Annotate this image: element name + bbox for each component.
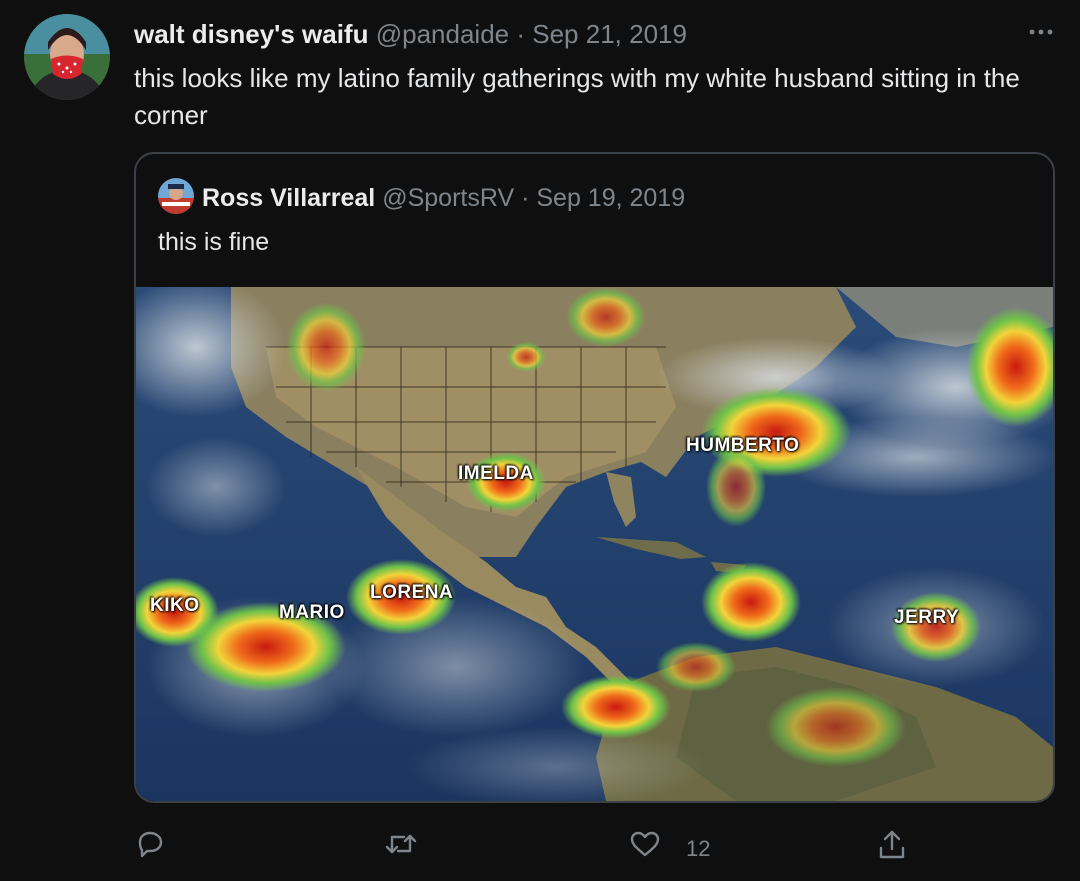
storm-label-mario: MARIO bbox=[279, 602, 345, 623]
tweet-date[interactable]: Sep 21, 2019 bbox=[532, 19, 687, 49]
avatar[interactable] bbox=[24, 14, 110, 100]
storm-label-kiko: KIKO bbox=[150, 595, 200, 616]
retweet-icon[interactable] bbox=[384, 828, 418, 864]
tweet-text: this looks like my latino family gatheri… bbox=[134, 63, 1020, 130]
author-display-name[interactable]: walt disney's waifu bbox=[134, 19, 368, 49]
tweet-header: walt disney's waifu @pandaide · Sep 21, … bbox=[134, 18, 687, 50]
storm-label-jerry: JERRY bbox=[894, 607, 960, 628]
heart-icon[interactable] bbox=[628, 828, 662, 864]
profile-photo bbox=[24, 14, 110, 100]
satellite-map-graphic bbox=[136, 287, 1053, 801]
quoted-avatar bbox=[158, 178, 194, 214]
quoted-display-name[interactable]: Ross Villarreal bbox=[202, 184, 375, 212]
storm-label-humberto: HUMBERTO bbox=[686, 435, 800, 456]
author-handle[interactable]: @pandaide bbox=[376, 19, 509, 49]
quoted-handle[interactable]: @SportsRV bbox=[382, 184, 514, 212]
quoted-text: this is fine bbox=[158, 228, 270, 256]
quoted-tweet-card[interactable]: Ross Villarreal @SportsRV · Sep 19, 2019… bbox=[134, 152, 1055, 803]
weather-satellite-map[interactable]: KIKO MARIO LORENA IMELDA HUMBERTO JERRY bbox=[136, 287, 1053, 801]
separator-dot: · bbox=[516, 19, 526, 49]
quoted-date[interactable]: Sep 19, 2019 bbox=[536, 184, 685, 212]
like-count: 12 bbox=[686, 836, 711, 861]
quoted-separator-dot: · bbox=[521, 184, 530, 212]
reply-icon[interactable] bbox=[134, 828, 166, 864]
quoted-header: Ross Villarreal @SportsRV · Sep 19, 2019 bbox=[202, 182, 685, 214]
share-icon[interactable] bbox=[876, 828, 908, 864]
storm-label-lorena: LORENA bbox=[370, 582, 454, 603]
storm-label-imelda: IMELDA bbox=[458, 463, 534, 484]
more-horizontal-icon[interactable] bbox=[1024, 16, 1058, 46]
